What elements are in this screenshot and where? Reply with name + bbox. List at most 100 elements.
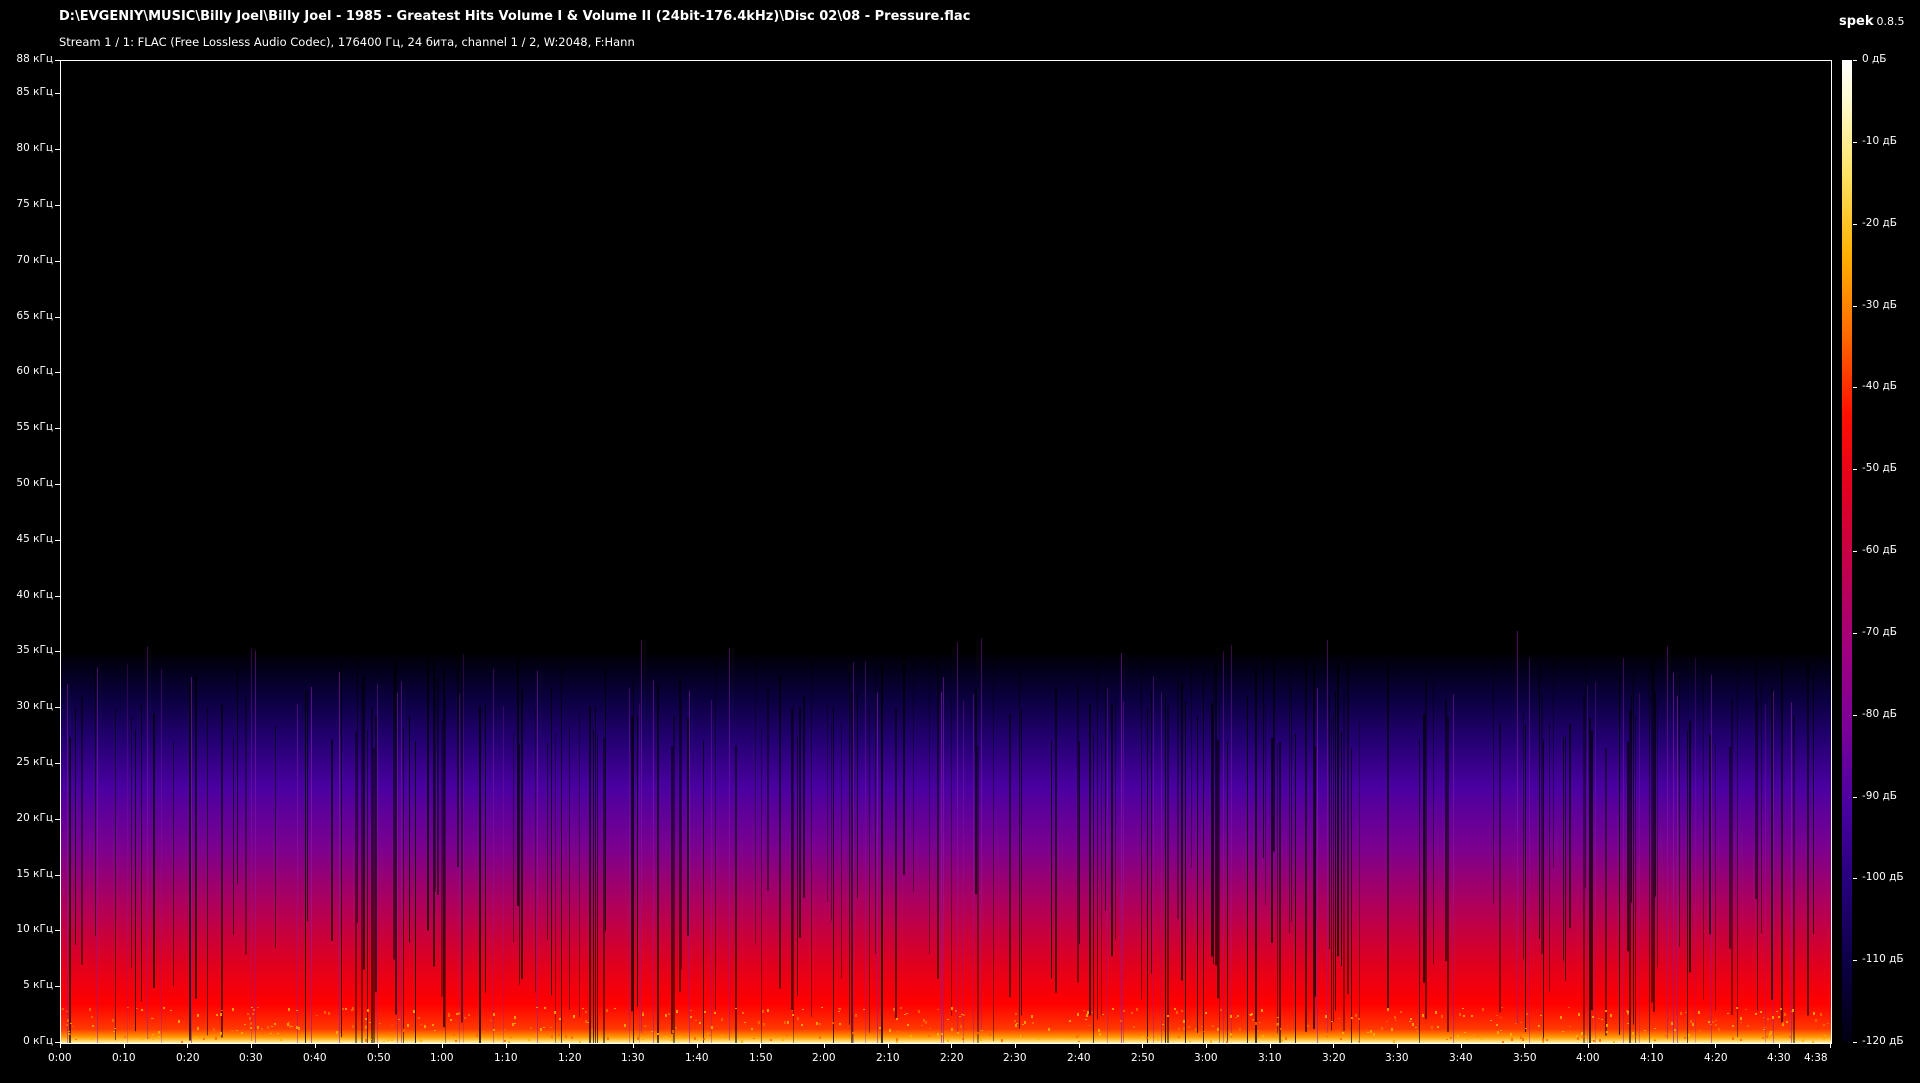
x-tick-label: 0:30 — [239, 1052, 263, 1064]
colorbar-tick-label: -80 дБ — [1862, 708, 1897, 720]
y-tick-mark — [55, 651, 60, 652]
x-tick-label: 1:10 — [494, 1052, 518, 1064]
colorbar-tick-mark — [1853, 960, 1857, 961]
y-tick-label: 15 кГц — [16, 868, 53, 880]
y-tick-label: 50 кГц — [16, 477, 53, 489]
x-tick-label: 2:30 — [1003, 1052, 1027, 1064]
y-tick-label: 40 кГц — [16, 589, 53, 601]
x-tick-mark — [697, 1043, 698, 1048]
colorbar-tick-label: -90 дБ — [1862, 790, 1897, 802]
x-tick-mark — [760, 1043, 761, 1048]
x-tick-mark — [1270, 1043, 1271, 1048]
y-tick-label: 70 кГц — [16, 254, 53, 266]
x-tick-mark — [1079, 1043, 1080, 1048]
x-tick-label: 2:40 — [1067, 1052, 1091, 1064]
app-brand: spek 0.8.5 — [1839, 10, 1905, 29]
x-tick-label: 0:10 — [112, 1052, 136, 1064]
y-tick-mark — [55, 261, 60, 262]
colorbar-tick-label: -120 дБ — [1862, 1035, 1904, 1047]
colorbar-tick-mark — [1853, 142, 1857, 143]
colorbar-tick-mark — [1853, 1042, 1857, 1043]
colorbar-tick-label: -40 дБ — [1862, 380, 1897, 392]
x-tick-mark — [1524, 1043, 1525, 1048]
x-tick-mark — [506, 1043, 507, 1048]
colorbar-tick-label: 0 дБ — [1862, 53, 1887, 65]
x-tick-mark — [1830, 1043, 1831, 1048]
x-tick-label: 0:20 — [176, 1052, 200, 1064]
app-version: 0.8.5 — [1876, 15, 1905, 28]
colorbar-tick-mark — [1853, 878, 1857, 879]
x-tick-mark — [251, 1043, 252, 1048]
x-tick-label: 1:30 — [621, 1052, 645, 1064]
x-tick-label: 4:10 — [1640, 1052, 1664, 1064]
x-tick-label: 4:00 — [1576, 1052, 1600, 1064]
spectrogram-plot[interactable] — [60, 60, 1832, 1044]
y-tick-mark — [55, 540, 60, 541]
x-tick-mark — [888, 1043, 889, 1048]
y-tick-label: 30 кГц — [16, 700, 53, 712]
colorbar-tick-label: -10 дБ — [1862, 135, 1897, 147]
x-tick-mark — [1142, 1043, 1143, 1048]
colorbar-tick-mark — [1853, 306, 1857, 307]
y-tick-label: 45 кГц — [16, 533, 53, 545]
y-tick-mark — [55, 484, 60, 485]
app-name: spek — [1839, 14, 1874, 29]
stream-info: Stream 1 / 1: FLAC (Free Lossless Audio … — [59, 35, 635, 49]
y-tick-mark — [55, 596, 60, 597]
x-tick-label: 3:50 — [1513, 1052, 1537, 1064]
x-tick-label: 3:40 — [1449, 1052, 1473, 1064]
x-tick-mark — [187, 1043, 188, 1048]
y-tick-label: 5 кГц — [23, 979, 53, 991]
y-tick-label: 10 кГц — [16, 923, 53, 935]
colorbar-tick-label: -110 дБ — [1862, 953, 1904, 965]
x-tick-label: 2:50 — [1131, 1052, 1155, 1064]
y-tick-label: 75 кГц — [16, 198, 53, 210]
colorbar-tick-mark — [1853, 551, 1857, 552]
y-tick-mark — [55, 875, 60, 876]
y-tick-label: 55 кГц — [16, 421, 53, 433]
file-path-title: D:\EVGENIY\MUSIC\Billy Joel\Billy Joel -… — [59, 9, 971, 24]
y-tick-label: 25 кГц — [16, 756, 53, 768]
x-tick-mark — [1206, 1043, 1207, 1048]
y-tick-label: 85 кГц — [16, 86, 53, 98]
colorbar-tick-label: -50 дБ — [1862, 462, 1897, 474]
x-tick-label: 0:50 — [367, 1052, 391, 1064]
colorbar-tick-mark — [1853, 797, 1857, 798]
x-tick-mark — [633, 1043, 634, 1048]
colorbar-tick-label: -60 дБ — [1862, 544, 1897, 556]
db-colorbar — [1842, 60, 1852, 1042]
x-tick-label: 0:00 — [48, 1052, 72, 1064]
x-tick-mark — [378, 1043, 379, 1048]
x-tick-mark — [1715, 1043, 1716, 1048]
x-tick-label: 3:30 — [1385, 1052, 1409, 1064]
x-tick-label: 4:38 — [1804, 1052, 1828, 1064]
x-tick-label: 1:00 — [430, 1052, 454, 1064]
x-tick-mark — [1652, 1043, 1653, 1048]
y-tick-mark — [55, 60, 60, 61]
x-tick-label: 1:20 — [558, 1052, 582, 1064]
y-tick-mark — [55, 149, 60, 150]
colorbar-tick-mark — [1853, 469, 1857, 470]
y-tick-mark — [55, 707, 60, 708]
x-tick-mark — [315, 1043, 316, 1048]
y-tick-mark — [55, 428, 60, 429]
spectrogram-texture — [62, 631, 1829, 1043]
colorbar-tick-mark — [1853, 224, 1857, 225]
y-tick-label: 65 кГц — [16, 310, 53, 322]
x-tick-label: 2:20 — [940, 1052, 964, 1064]
y-tick-mark — [55, 372, 60, 373]
x-tick-label: 1:40 — [685, 1052, 709, 1064]
x-tick-mark — [1333, 1043, 1334, 1048]
x-tick-mark — [569, 1043, 570, 1048]
x-tick-mark — [1397, 1043, 1398, 1048]
y-tick-label: 0 кГц — [23, 1035, 53, 1047]
x-tick-mark — [824, 1043, 825, 1048]
colorbar-tick-label: -30 дБ — [1862, 299, 1897, 311]
y-tick-mark — [55, 205, 60, 206]
colorbar-tick-mark — [1853, 633, 1857, 634]
x-tick-mark — [60, 1043, 61, 1048]
colorbar-tick-mark — [1853, 715, 1857, 716]
y-tick-label: 35 кГц — [16, 644, 53, 656]
x-tick-label: 1:50 — [749, 1052, 773, 1064]
x-tick-mark — [1779, 1043, 1780, 1048]
